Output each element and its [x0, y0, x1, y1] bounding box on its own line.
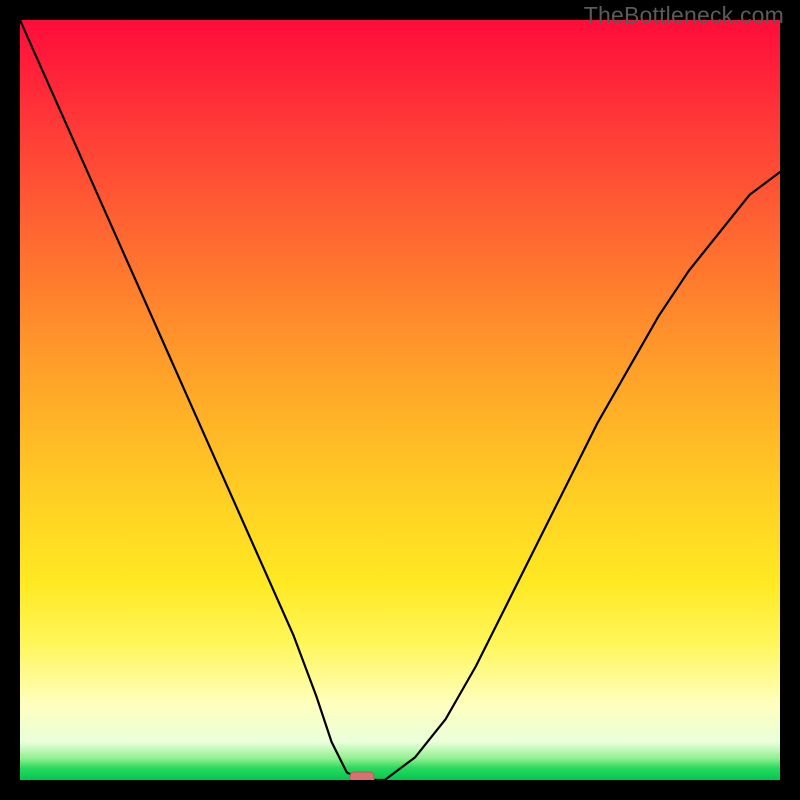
watermark-text: TheBottleneck.com [584, 2, 784, 29]
chart-frame: TheBottleneck.com [0, 0, 800, 800]
plot-svg [20, 20, 780, 780]
plot-area [20, 20, 780, 780]
optimum-marker [350, 772, 374, 780]
bottleneck-curve [20, 20, 780, 780]
